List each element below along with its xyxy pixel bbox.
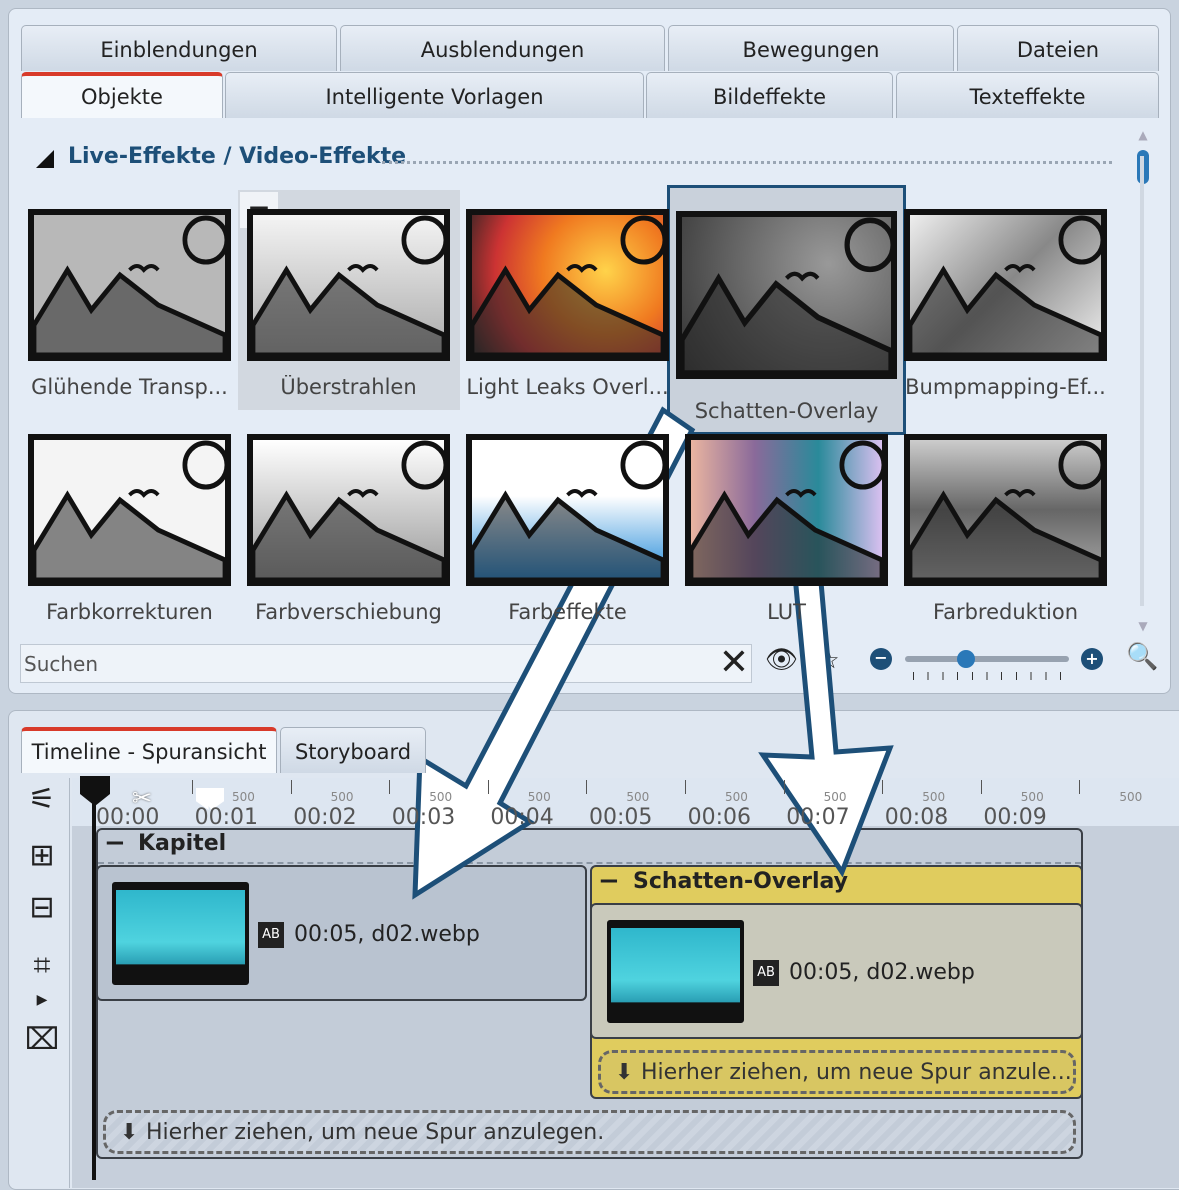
effect-label: Farbeffekte [508,600,627,624]
effect-thumbnail [676,211,897,379]
ruler-minor-label: 500 [922,790,946,804]
tab-3[interactable]: Dateien [957,25,1159,71]
effect-thumbnail [247,434,450,586]
effect-thumbnail [904,434,1107,586]
effect-thumbnail [685,434,888,586]
ruler-minor-label: 500 [1119,790,1143,804]
ruler-tick [586,780,588,794]
ruler-minor-label: 500 [626,790,650,804]
ruler-label: 00:02 [293,805,357,830]
effect-label: Light Leaks Overl... [466,375,669,399]
ruler-label: 00:00 [96,805,160,830]
ruler-minor-label: 500 [823,790,847,804]
effect-label: Farbreduktion [932,600,1079,624]
effect-label: Glühende Transp... [31,375,228,399]
ruler-label: 00:04 [490,805,554,830]
effect-item[interactable]: Glühende Transp... [28,209,231,399]
effect-label: Überstrahlen [280,375,417,399]
ruler-label: 00:06 [687,805,751,830]
effect-thumbnail [466,434,669,586]
ruler-label: 00:08 [884,805,949,830]
ruler-minor-label: 500 [330,790,354,804]
effect-item[interactable]: Farbkorrekturen [28,434,231,624]
tab-row2-0[interactable]: Objekte [21,72,223,118]
tab-row2-3[interactable]: Texteffekte [896,72,1159,118]
ruler-label: 00:05 [589,805,653,830]
ruler-tick [487,780,489,794]
ruler-tick [290,780,292,794]
ruler-minor-label: 500 [1020,790,1044,804]
effect-thumbnail [247,209,450,361]
effect-label: Farbkorrekturen [46,600,213,624]
effect-thumbnail [466,209,669,361]
ruler-tick [389,780,391,794]
ruler-label: 00:09 [983,805,1047,830]
timeline-tab-0[interactable]: Timeline - Spuransicht [21,727,277,773]
effect-thumbnail [28,434,231,586]
effect-label: LUT [767,600,806,624]
tab-1[interactable]: Ausblendungen [340,25,665,71]
ruler-tick [192,780,193,794]
tab-row2-2[interactable]: Bildeffekte [646,72,893,118]
timeline-tab-1[interactable]: Storyboard [280,727,426,773]
effect-thumbnail [904,209,1107,361]
effect-thumbnail [28,209,231,361]
effect-label: Schatten-Overlay [694,399,879,423]
ruler-minor-label: 500 [527,790,551,804]
effect-item[interactable]: Bumpmapping-Ef... [904,209,1107,399]
ruler-minor-label: 500 [232,790,255,804]
ruler-tick [980,780,982,794]
effect-item[interactable]: Farbreduktion [904,434,1107,624]
ruler-minor-label: 500 [429,790,453,804]
ruler-tick [685,780,686,794]
ruler-tick [1079,780,1081,794]
ruler-label: 00:07 [786,805,850,830]
effect-item[interactable]: Farbeffekte [466,434,669,624]
ruler-minor-label: 500 [725,790,748,804]
ruler-tick [882,780,884,794]
tab-2[interactable]: Bewegungen [668,25,954,71]
effect-item[interactable]: Überstrahlen [247,209,450,399]
effect-item[interactable]: Light Leaks Overl... [466,209,669,399]
effect-item[interactable]: Farbverschiebung [247,434,450,624]
tab-row2-1[interactable]: Intelligente Vorlagen [225,72,644,118]
effect-label: Farbverschiebung [255,600,442,624]
tab-0[interactable]: Einblendungen [21,25,337,71]
ruler-label: 00:03 [391,805,456,830]
effect-item[interactable]: Schatten-Overlay [676,211,897,423]
effect-item[interactable]: LUT [685,434,888,624]
ruler-tick [783,780,785,794]
effect-label: Bumpmapping-Ef... [905,375,1106,399]
ruler-label: 00:01 [194,805,258,830]
